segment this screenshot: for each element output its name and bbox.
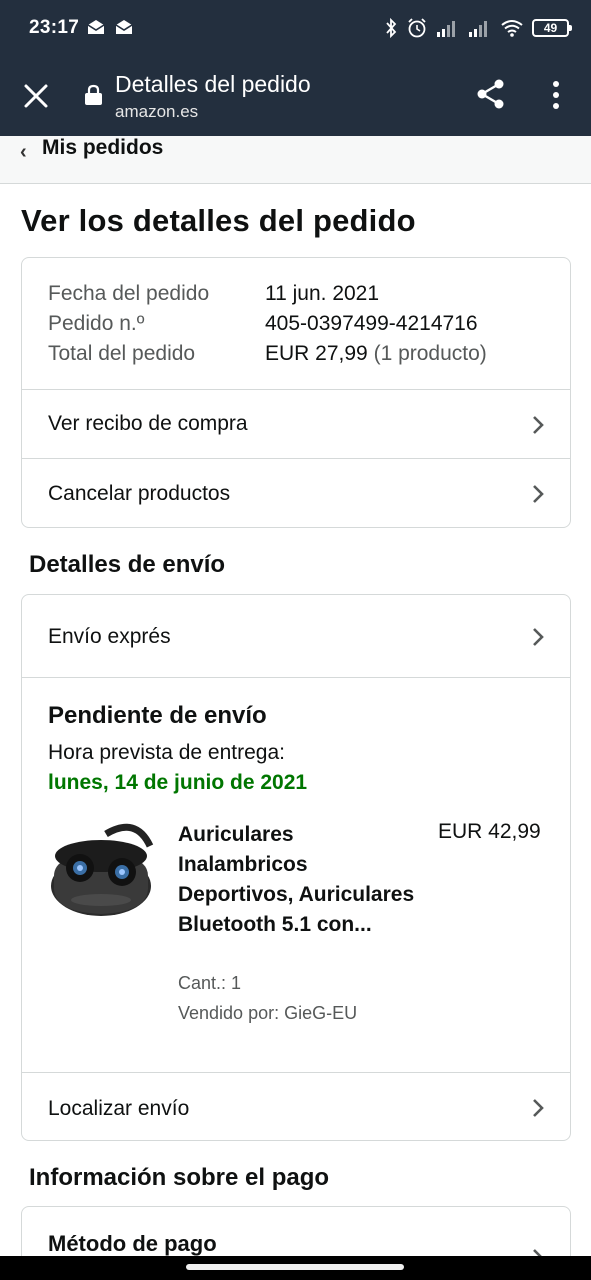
cancel-products-row[interactable]: Cancelar productos xyxy=(22,458,570,527)
mail-notification-icon xyxy=(115,20,133,34)
eta-date: lunes, 14 de junio de 2021 xyxy=(48,771,308,794)
view-receipt-label: Ver recibo de compra xyxy=(48,412,248,435)
lock-icon xyxy=(85,84,102,105)
page-title-bar: Detalles del pedido xyxy=(115,71,311,97)
order-date-label: Fecha del pedido xyxy=(48,282,210,305)
product-quantity: Cant.: 1 xyxy=(178,973,242,993)
order-number-label: Pedido n.º xyxy=(48,312,145,335)
order-total: EUR 27,99 (1 producto) xyxy=(265,342,487,366)
status-icons: 49 xyxy=(384,16,572,40)
order-item-count: (1 producto) xyxy=(373,342,487,365)
breadcrumb-link[interactable]: Mis pedidos xyxy=(42,136,163,160)
chevron-right-icon xyxy=(533,628,544,646)
domain-label: amazon.es xyxy=(115,102,199,121)
product-name[interactable]: Auriculares Inalambricos Deportivos, Aur… xyxy=(178,820,426,940)
order-number-value: 405-0397499-4214716 xyxy=(265,312,478,335)
product-seller: Vendido por: GieG-EU xyxy=(178,1003,358,1023)
chevron-right-icon xyxy=(533,485,544,503)
breadcrumb[interactable]: ‹ Mis pedidos xyxy=(0,136,591,184)
product-price: EUR 42,99 xyxy=(438,820,541,843)
signal-icon xyxy=(469,21,487,37)
order-total-value: EUR 27,99 xyxy=(265,342,368,365)
status-bar: 23:17 49 xyxy=(0,0,591,56)
shipping-card: Envío exprés Pendiente de envío Hora pre… xyxy=(21,594,571,1141)
order-total-label: Total del pedido xyxy=(48,342,196,365)
chevron-right-icon xyxy=(533,416,544,434)
shipment: Pendiente de envío Hora prevista de entr… xyxy=(22,677,570,1072)
close-icon[interactable] xyxy=(22,82,50,110)
track-shipment-row[interactable]: Localizar envío xyxy=(22,1072,570,1140)
bluetooth-icon xyxy=(386,17,397,39)
wifi-icon xyxy=(501,20,523,37)
cancel-products-label: Cancelar productos xyxy=(48,482,231,505)
more-options-icon[interactable] xyxy=(548,80,564,110)
track-shipment-label: Localizar envío xyxy=(48,1097,190,1120)
browser-toolbar: Detalles del pedido amazon.es xyxy=(0,56,591,136)
view-receipt-row[interactable]: Ver recibo de compra xyxy=(22,389,570,458)
product-image[interactable] xyxy=(46,816,156,926)
chevron-right-icon xyxy=(533,1099,544,1117)
system-nav-bar xyxy=(0,1256,591,1280)
clock: 23:17 xyxy=(29,17,80,38)
chevron-left-icon: ‹ xyxy=(20,141,27,163)
mail-notification-icon xyxy=(87,20,105,34)
order-date-value: 11 jun. 2021 xyxy=(265,282,380,305)
alarm-icon xyxy=(408,18,426,38)
shipping-method-row[interactable]: Envío exprés xyxy=(22,595,570,677)
battery-icon: 49 xyxy=(532,19,572,37)
shipment-status: Pendiente de envío xyxy=(48,702,267,729)
home-gesture-handle[interactable] xyxy=(186,1264,404,1270)
payment-section-title: Información sobre el pago xyxy=(29,1164,330,1191)
page-title: Ver los detalles del pedido xyxy=(21,203,416,238)
eta-label: Hora prevista de entrega: xyxy=(48,741,285,764)
order-summary-card: Fecha del pedido 11 jun. 2021 Pedido n.º… xyxy=(21,257,571,528)
signal-icon xyxy=(437,21,455,37)
shipping-method-label: Envío exprés xyxy=(48,625,171,648)
payment-method-label: Método de pago xyxy=(48,1231,217,1256)
order-summary: Fecha del pedido 11 jun. 2021 Pedido n.º… xyxy=(22,258,570,389)
share-icon[interactable] xyxy=(476,78,506,110)
shipping-section-title: Detalles de envío xyxy=(29,551,226,578)
